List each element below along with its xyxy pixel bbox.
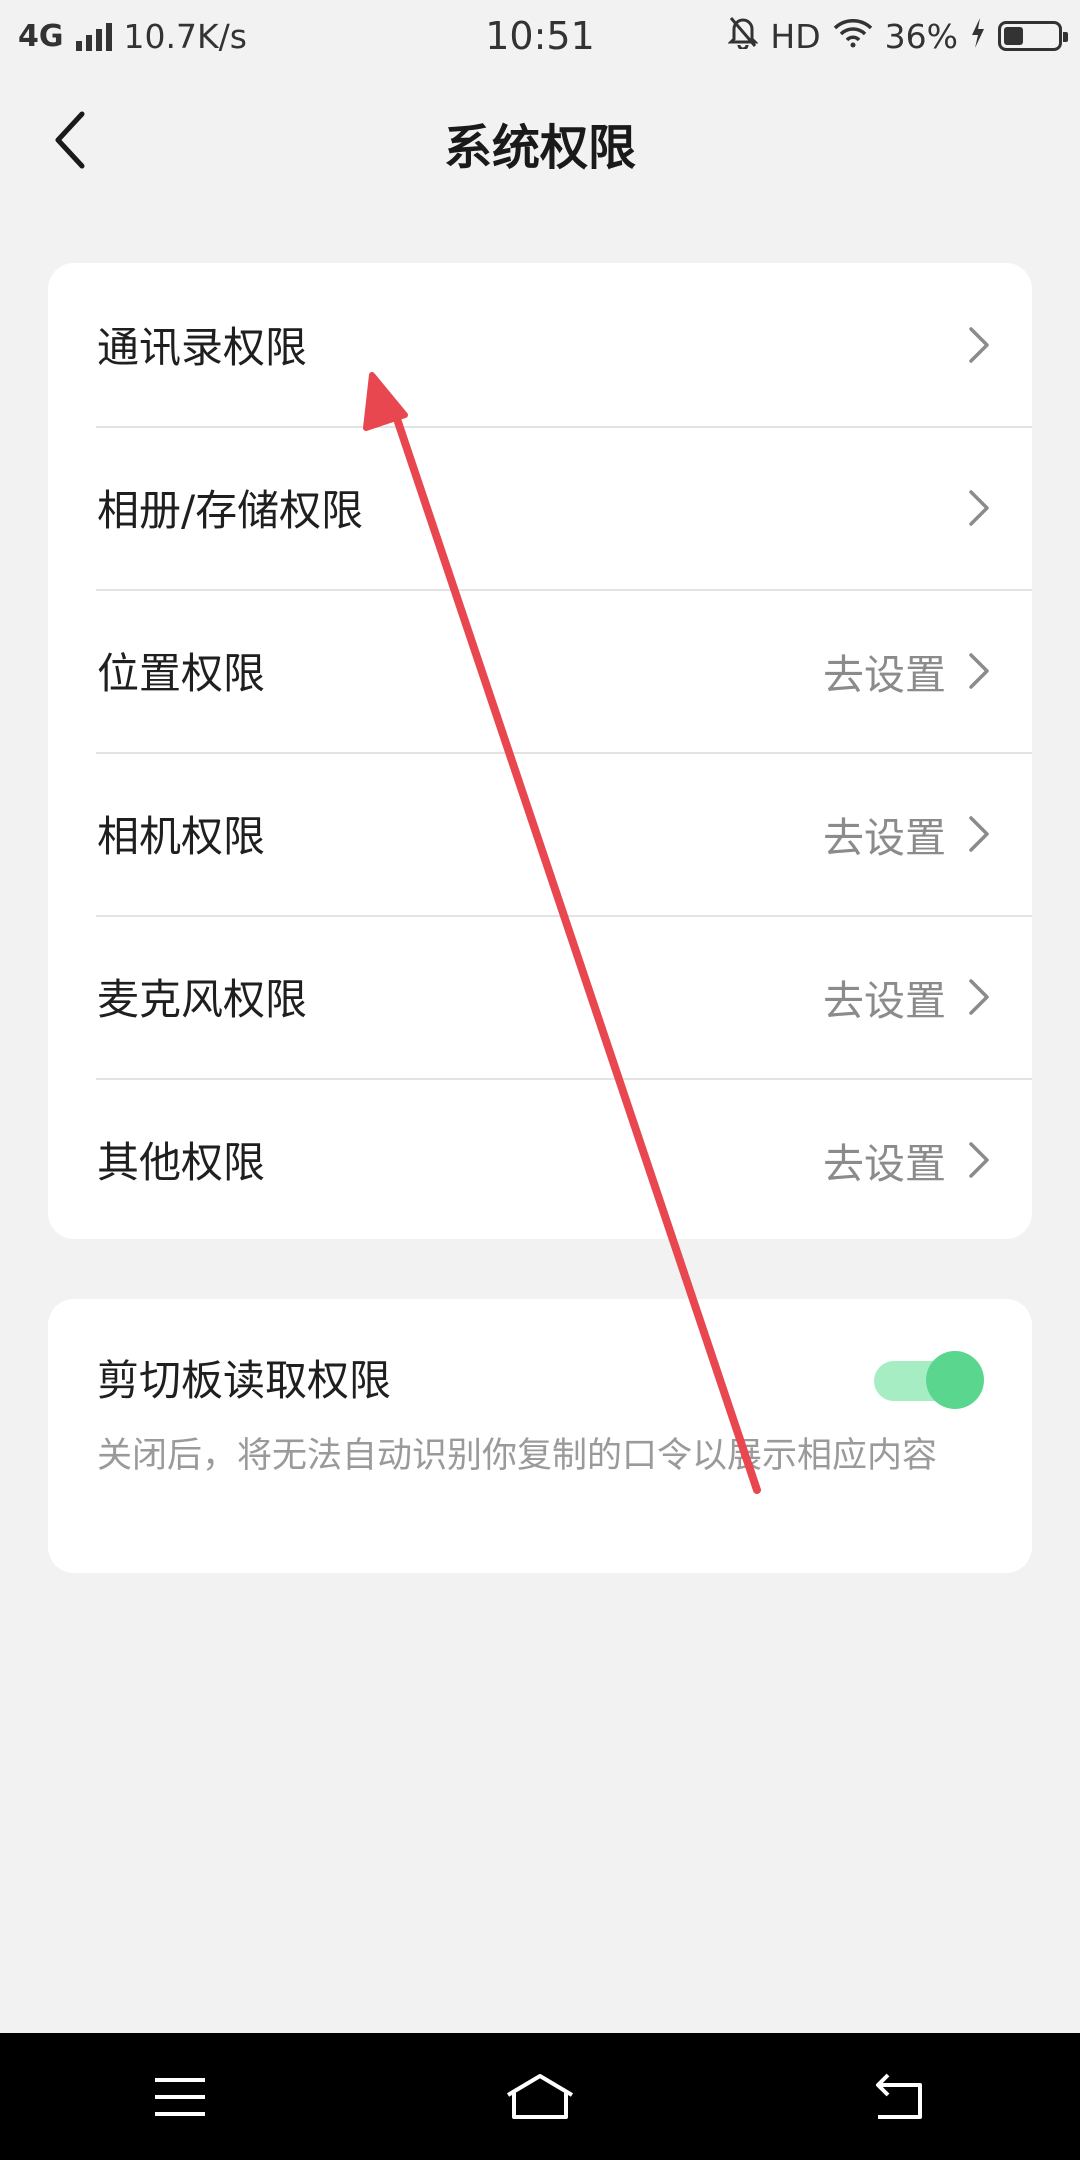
permission-label: 其他权限 <box>97 1138 266 1187</box>
permission-row-microphone[interactable]: 麦克风权限 去设置 <box>48 915 1032 1078</box>
chevron-right-icon <box>964 651 994 691</box>
header: 系统权限 <box>0 72 1080 208</box>
navigation-bar <box>0 2033 1080 2160</box>
hd-label: HD <box>770 16 821 56</box>
permission-right: 去设置 <box>823 967 994 1027</box>
permission-row-other[interactable]: 其他权限 去设置 <box>48 1078 1032 1239</box>
back-nav-button[interactable] <box>845 2057 955 2137</box>
permission-right: 去设置 <box>823 804 994 864</box>
go-settings-link[interactable]: 去设置 <box>823 1130 946 1190</box>
permission-label: 位置权限 <box>97 649 266 698</box>
permission-label: 相册/存储权限 <box>97 486 364 535</box>
permission-row-album-storage[interactable]: 相册/存储权限 <box>48 426 1032 589</box>
chevron-right-icon <box>964 814 994 854</box>
permission-label: 相机权限 <box>97 812 266 861</box>
back-arrow-icon <box>876 2073 922 2119</box>
battery-percent: 36% <box>884 16 958 56</box>
chevron-right-icon <box>964 325 994 365</box>
permission-row-contacts[interactable]: 通讯录权限 <box>48 263 1032 426</box>
battery-level <box>1004 27 1023 45</box>
go-settings-link[interactable]: 去设置 <box>823 641 946 701</box>
permission-row-camera[interactable]: 相机权限 去设置 <box>48 752 1032 915</box>
permission-right <box>946 325 994 365</box>
network-type: 4G <box>18 18 64 54</box>
network-speed: 10.7K/s <box>123 16 247 56</box>
menu-icon <box>155 2077 205 2116</box>
permissions-card: 通讯录权限 相册/存储权限 位置权限 去设置 相机权限 去设置 麦克风权限 去设… <box>48 263 1032 1239</box>
mute-bell-icon <box>727 15 760 57</box>
permission-right: 去设置 <box>823 1130 994 1190</box>
clipboard-card: 剪切板读取权限 关闭后，将无法自动识别你复制的口令以展示相应内容 <box>48 1299 1032 1573</box>
chevron-right-icon <box>964 1140 994 1180</box>
home-icon <box>506 2073 574 2119</box>
signal-icon <box>75 21 112 51</box>
charging-icon <box>970 17 986 56</box>
permission-right <box>946 488 994 528</box>
permission-right: 去设置 <box>823 641 994 701</box>
clipboard-title: 剪切板读取权限 <box>97 1356 392 1405</box>
permission-row-location[interactable]: 位置权限 去设置 <box>48 589 1032 752</box>
status-right: HD 36% <box>727 15 1068 57</box>
chevron-right-icon <box>964 977 994 1017</box>
toggle-knob <box>926 1351 984 1409</box>
wifi-icon <box>833 17 873 56</box>
go-settings-link[interactable]: 去设置 <box>823 967 946 1027</box>
battery-icon <box>998 21 1068 51</box>
page-title: 系统权限 <box>443 120 636 176</box>
status-left: 4G 10.7K/s <box>18 17 247 56</box>
permission-label: 麦克风权限 <box>97 975 308 1024</box>
menu-button[interactable] <box>125 2057 235 2137</box>
status-bar: 4G 10.7K/s 10:51 HD 36% <box>0 0 1080 72</box>
permission-label: 通讯录权限 <box>97 323 308 372</box>
chevron-right-icon <box>964 488 994 528</box>
home-button[interactable] <box>485 2057 595 2137</box>
clipboard-toggle[interactable] <box>874 1351 984 1409</box>
clipboard-description: 关闭后，将无法自动识别你复制的口令以展示相应内容 <box>97 1436 938 1476</box>
go-settings-link[interactable]: 去设置 <box>823 804 946 864</box>
